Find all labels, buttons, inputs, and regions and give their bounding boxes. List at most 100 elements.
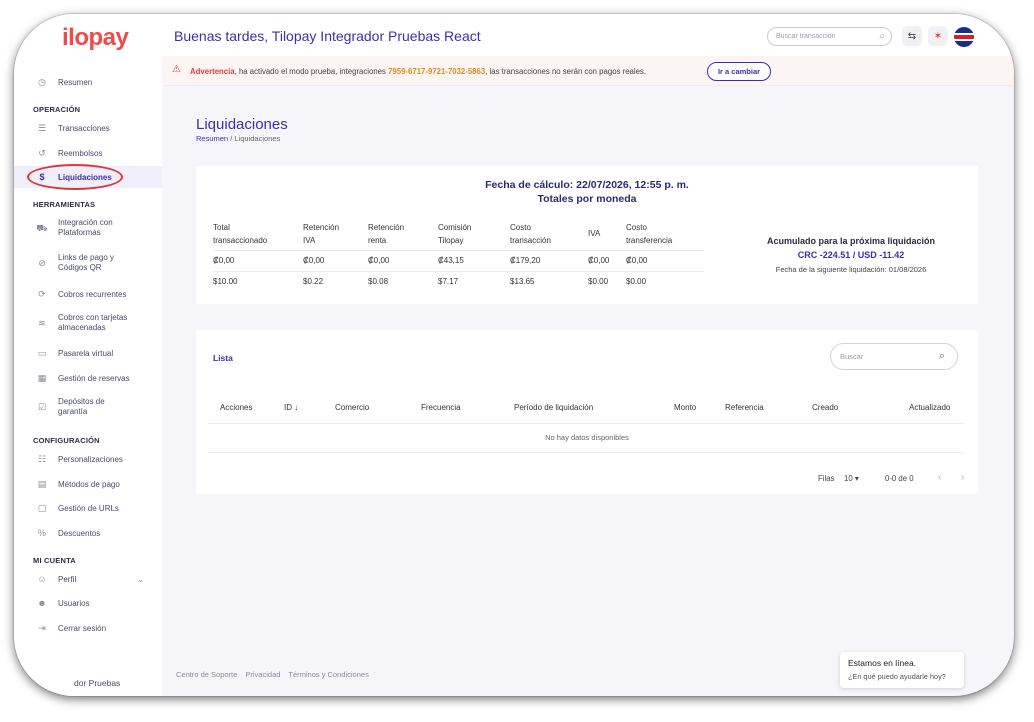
list-search-input[interactable]: Buscar ⌕: [830, 343, 958, 370]
sidebar-item-resumen[interactable]: ◷ Resumen: [14, 71, 162, 93]
monitor-icon: ▢: [37, 502, 47, 513]
sidebar-item-transacciones[interactable]: ☰ Transacciones: [14, 117, 162, 139]
next-settlement-date: Fecha de la siguiente liquidación: 01/08…: [775, 265, 927, 274]
sidebar-item-label: Perfil: [58, 574, 77, 584]
rows-per-page-select[interactable]: 10 ▾: [844, 474, 859, 483]
warning-banner: ⚠ Advertencia, ha activado el modo prueb…: [162, 56, 1014, 86]
previous-page-icon[interactable]: ‹: [938, 472, 941, 483]
sidebar-item-links-pago[interactable]: ⊘ Links de pago y Códigos QR: [14, 250, 162, 276]
footer-link-soporte[interactable]: Centro de Soporte: [176, 670, 237, 679]
sidebar-item-perfil[interactable]: ☺ Perfil ⌄: [14, 568, 162, 590]
sidebar-item-cerrar-sesion[interactable]: ⇥ Cerrar sesión: [14, 617, 162, 639]
search-placeholder: Buscar: [840, 352, 864, 361]
table-header: Retención renta: [368, 222, 405, 245]
table-header: Costo transacción: [510, 222, 551, 245]
section-operacion: OPERACIÓN: [33, 105, 81, 114]
search-icon[interactable]: ⌕: [879, 28, 885, 45]
sidebar-item-personalizaciones[interactable]: ☷ Personalizaciones: [14, 448, 162, 470]
settlements-list-card: Lista Buscar ⌕ Acciones ID ↓ Comercio Fr…: [196, 330, 978, 494]
empty-state: No hay datos disponibles: [545, 433, 629, 442]
next-page-icon[interactable]: ›: [961, 472, 964, 483]
sidebar-item-label: Reembolsos: [58, 148, 103, 158]
sidebar-item-descuentos[interactable]: % Descuentos: [14, 522, 162, 544]
undo-icon: ↺: [38, 147, 46, 158]
sidebar-item-label: Cobros con tarjetas almacenadas: [58, 313, 128, 332]
change-mode-button[interactable]: Ir a cambiar: [707, 62, 771, 81]
chat-title: Estamos en línea.: [848, 658, 917, 668]
breadcrumb: Resumen / Liquidaciones: [196, 134, 281, 143]
sidebar-item-label: Gestión de URLs: [58, 503, 119, 513]
clock-icon: ◷: [38, 76, 46, 87]
divider: [208, 452, 964, 453]
list-icon: ☰: [37, 122, 47, 133]
sidebar-item-usuarios[interactable]: ☻ Usuarios: [14, 592, 162, 614]
column-monto: Monto: [674, 403, 697, 412]
transaction-search-input[interactable]: Buscar transacción ⌕: [767, 27, 892, 46]
column-acciones: Acciones: [220, 403, 253, 412]
sidebar-item-reembolsos[interactable]: ↺ Reembolsos: [14, 142, 162, 164]
table-header: Total transaccionado: [213, 222, 268, 245]
sidebar-item-label: Cerrar sesión: [58, 623, 107, 633]
breadcrumb-resumen[interactable]: Resumen: [196, 134, 228, 143]
warning-icon: ⚠: [172, 64, 181, 75]
calc-date: Fecha de cálculo: 22/07/2026, 12:55 p. m…: [485, 179, 689, 191]
activity-icon[interactable]: ✶: [928, 26, 948, 46]
sidebar-item-pasarela[interactable]: ▭ Pasarela virtual: [14, 342, 162, 364]
sidebar-item-label: Métodos de pago: [58, 479, 120, 489]
stack-icon: ≋: [38, 318, 46, 328]
sidebar-item-label: Integración con Plataformas: [58, 218, 113, 237]
section-mi-cuenta: MI CUENTA: [33, 556, 76, 565]
table-row: ₡0,00 ₡0,00 ₡0,00 ₡43,15 ₡179,20 ₡0,00 ₡0,00: [213, 249, 704, 271]
sidebar-item-metodos-pago[interactable]: ▤ Métodos de pago: [14, 473, 162, 495]
sidebar-item-cobros-tarjetas[interactable]: ≋ Cobros con tarjetas almacenadas: [14, 310, 162, 336]
totals-subtitle: Totales por moneda: [537, 193, 637, 205]
footer-link-terminos[interactable]: Términos y Condiciones: [288, 670, 368, 679]
chat-widget[interactable]: Estamos en línea. ¿En qué puedo ayudarle…: [840, 652, 964, 688]
sidebar-item-depositos[interactable]: ☑ Depósitos de garantía: [14, 394, 162, 420]
sidebar-item-reservas[interactable]: ▦ Gestión de reservas: [14, 367, 162, 389]
app-window: ilopay ◷ Resumen OPERACIÓN ☰ Transaccion…: [14, 14, 1014, 696]
tilopay-logo[interactable]: ilopay: [62, 24, 129, 52]
rows-per-page-label: Filas: [818, 474, 835, 483]
search-placeholder: Buscar transacción: [776, 33, 836, 40]
footer: Centro de Soporte Privacidad Términos y …: [176, 670, 375, 679]
sidebar-item-cobros-recurrentes[interactable]: ⟳ Cobros recurrentes: [14, 283, 162, 305]
costa-rica-flag-icon[interactable]: [954, 27, 974, 47]
sliders-icon: ☷: [37, 453, 47, 464]
sidebar-item-label: Usuarios: [58, 598, 90, 608]
top-bar: Buenas tardes, Tilopay Integrador Prueba…: [162, 14, 1014, 56]
cart-icon: ⛟: [36, 223, 48, 233]
sidebar-item-integracion[interactable]: ⛟ Integración con Plataformas: [14, 215, 162, 241]
section-herramientas: HERRAMIENTAS: [33, 200, 96, 209]
sidebar-item-label: Descuentos: [58, 528, 101, 538]
column-creado: Creado: [812, 403, 839, 412]
sidebar-item-label: Gestión de reservas: [58, 373, 130, 383]
exchange-icon[interactable]: ⇆: [902, 26, 922, 46]
check-box-icon: ☑: [37, 402, 47, 412]
page-title: Liquidaciones: [196, 116, 288, 133]
column-id-sort[interactable]: ID ↓: [284, 403, 298, 412]
search-icon[interactable]: ⌕: [939, 344, 945, 369]
caret-down-icon: ▾: [854, 474, 859, 483]
grid-icon: ▤: [37, 478, 47, 489]
account-name[interactable]: dor Pruebas: [74, 678, 120, 688]
user-icon: ☺: [37, 574, 47, 584]
footer-link-privacidad[interactable]: Privacidad: [245, 670, 280, 679]
logout-icon: ⇥: [38, 622, 46, 633]
pagination-range: 0-0 de 0: [885, 474, 914, 483]
card-icon: ▭: [37, 347, 47, 358]
warning-text: Advertencia, ha activado el modo prueba,…: [190, 67, 646, 76]
greeting: Buenas tardes, Tilopay Integrador Prueba…: [174, 28, 481, 44]
percent-icon: %: [37, 528, 46, 538]
calendar-icon: ▦: [37, 372, 47, 383]
column-actualizado: Actualizado: [909, 403, 951, 412]
sidebar-item-label: Depósitos de garantía: [58, 397, 105, 416]
refresh-icon: ⟳: [38, 288, 46, 299]
table-row: $10.00 $0.22 $0.08 $7.17 $13.65 $0.00 $0.00: [213, 270, 704, 292]
sidebar-item-urls[interactable]: ▢ Gestión de URLs: [14, 497, 162, 519]
table-header: Comisión Tilopay: [438, 222, 472, 245]
users-icon: ☻: [37, 598, 47, 608]
list-title: Lista: [213, 353, 233, 363]
divider: [208, 423, 964, 424]
section-configuracion: CONFIGURACIÓN: [33, 436, 100, 445]
